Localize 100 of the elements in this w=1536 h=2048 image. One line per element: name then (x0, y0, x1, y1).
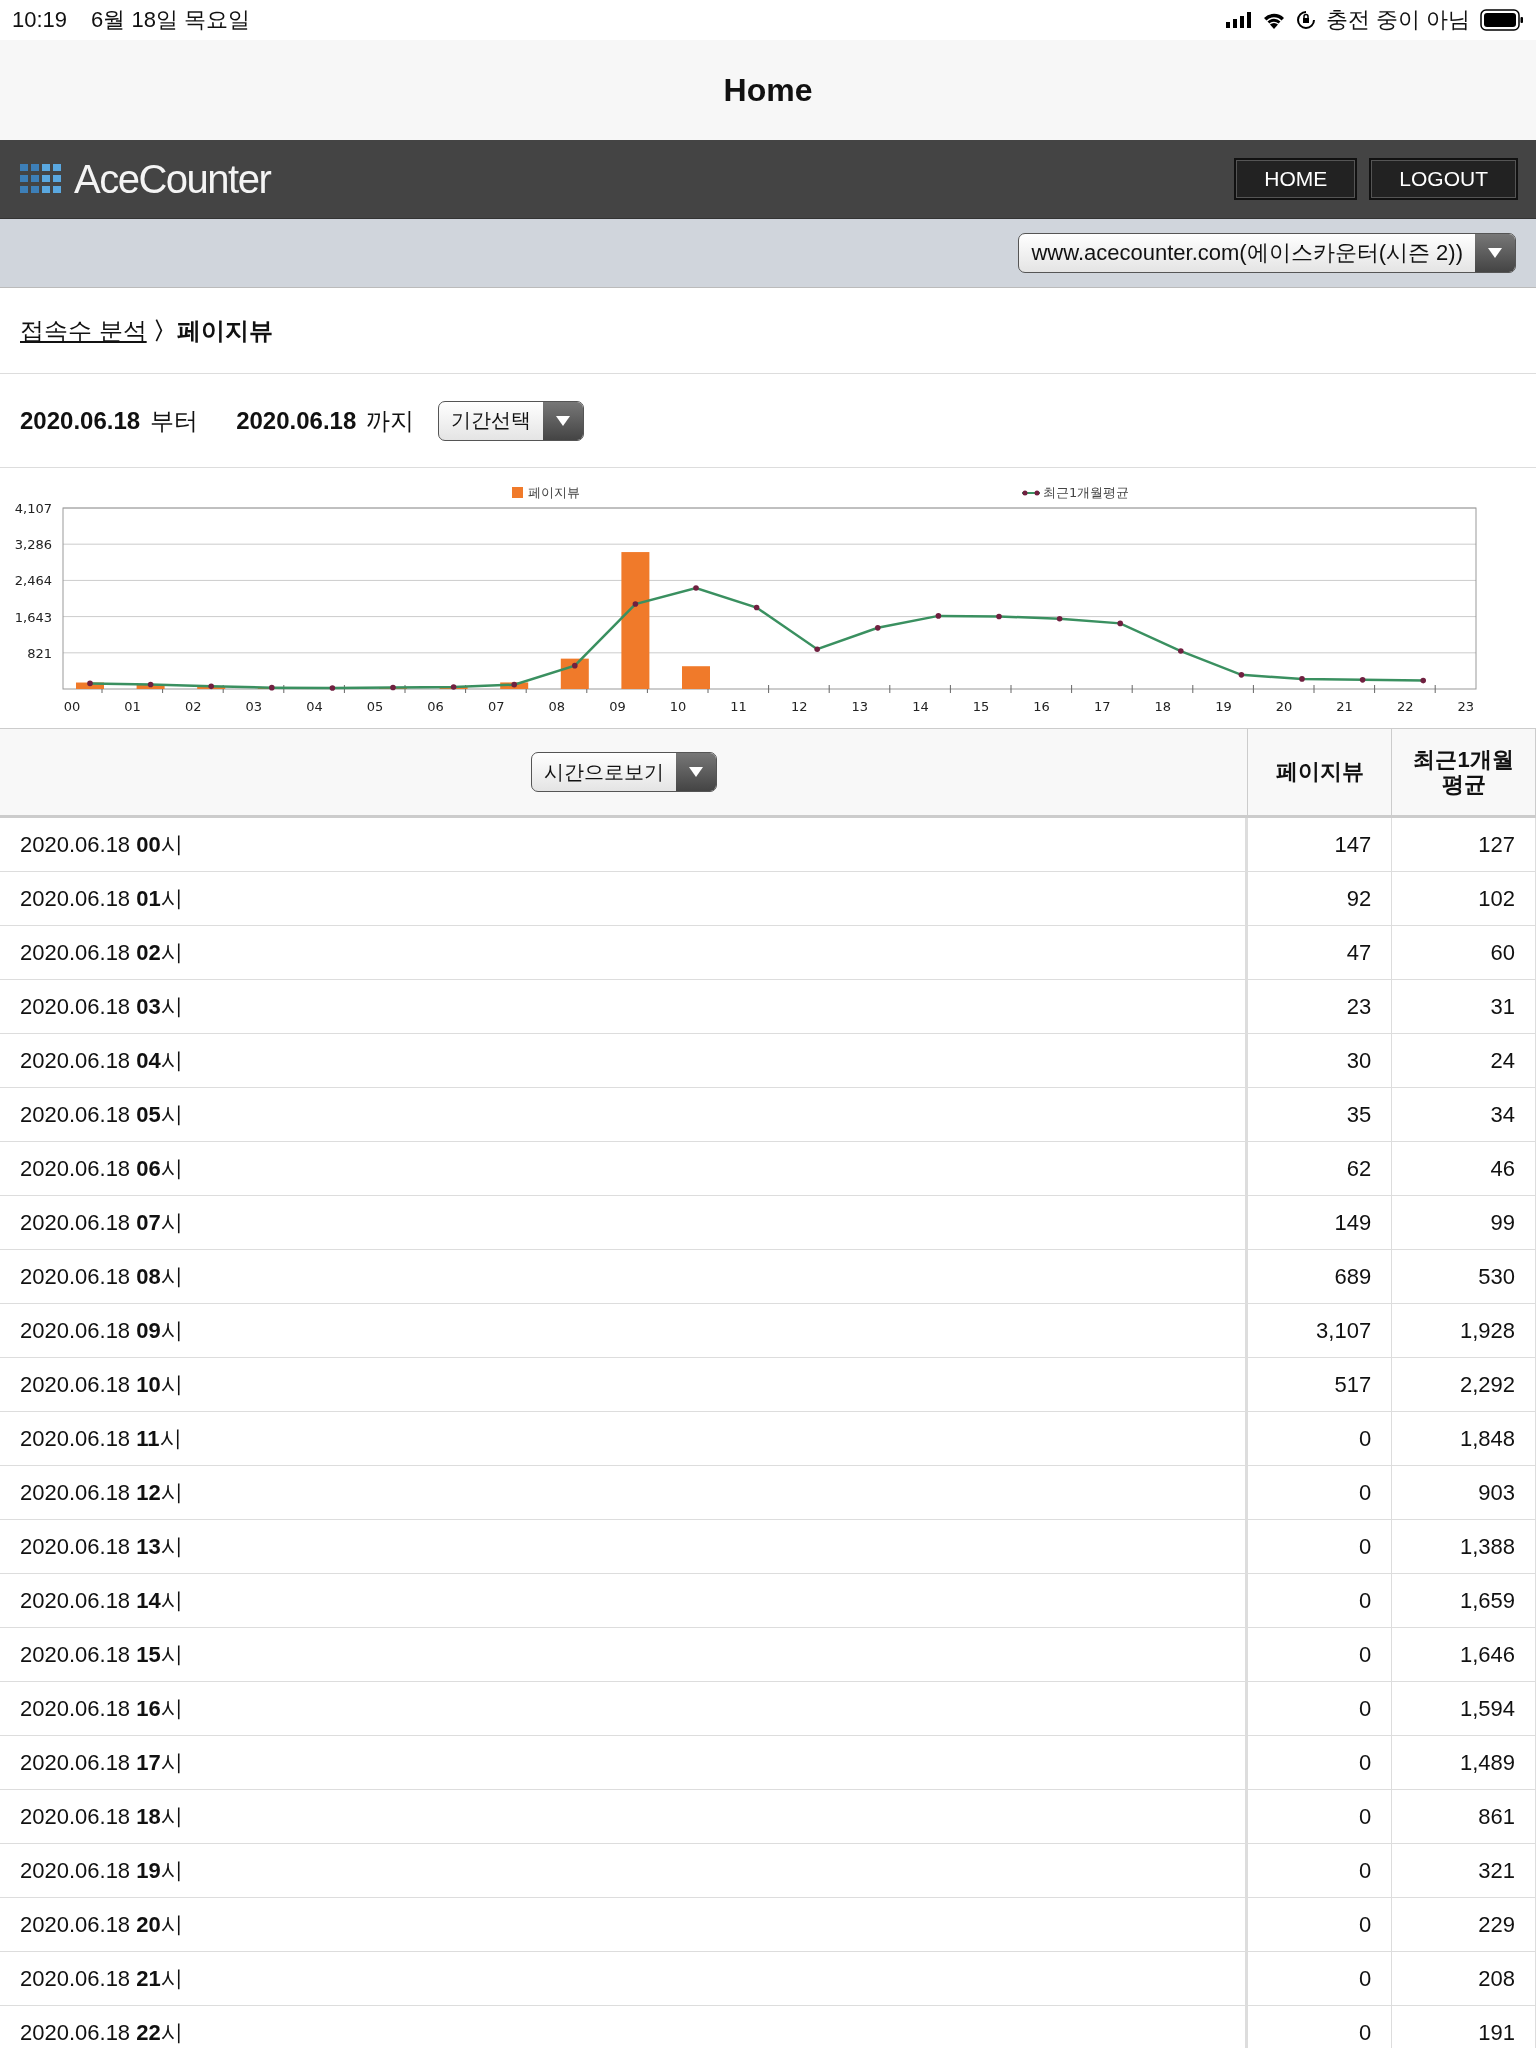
table-cell-text: 2020.06.18 20시 (20, 1910, 183, 1939)
table-cell: 321 (1392, 1844, 1536, 1897)
table-cell: 0 (1248, 1574, 1393, 1627)
table-cell: 0 (1248, 1682, 1393, 1735)
table-cell-text: 2020.06.18 11시 (20, 1424, 182, 1453)
x-tick-label: 11 (730, 699, 747, 714)
column-header: 최근1개월 평균 (1413, 746, 1514, 798)
start-date: 2020.06.18 (20, 406, 141, 435)
table-cell-text: 2020.06.18 06시 (20, 1154, 183, 1183)
table-cell: 31 (1392, 980, 1536, 1033)
y-tick-label: 4,107 (14, 501, 52, 516)
table-cell-text: 2020.06.18 17시 (20, 1748, 183, 1777)
table-cell: 1,594 (1392, 1682, 1536, 1735)
table-cell: 0 (1248, 1898, 1393, 1951)
table-cell-text: 2020.06.18 18시 (20, 1802, 183, 1831)
table-cell: 191 (1392, 2006, 1536, 2048)
x-tick-label: 04 (306, 699, 323, 714)
table-cell: 1,848 (1392, 1412, 1536, 1465)
x-tick-label: 23 (1457, 699, 1475, 714)
table-cell: 861 (1392, 1790, 1536, 1843)
table-cell-text: 2020.06.18 19시 (20, 1856, 183, 1885)
table-cell: 0 (1248, 1466, 1393, 1519)
x-tick-label: 01 (124, 699, 141, 714)
table-cell-text: 2020.06.18 08시 (20, 1262, 183, 1291)
table-cell: 517 (1248, 1358, 1393, 1411)
table-cell: 46 (1392, 1142, 1536, 1195)
x-tick-label: 09 (609, 699, 626, 714)
breadcrumb-current: 〉페이지뷰 (152, 315, 273, 346)
x-tick-label: 02 (184, 699, 202, 714)
status-date: 6월 18일 목요일 (91, 6, 250, 34)
start-label: 부터 (150, 405, 199, 436)
table-cell: 3,107 (1248, 1304, 1393, 1357)
legend-label: 페이지뷰 (528, 485, 580, 500)
status-time: 10:19 (12, 7, 68, 33)
x-tick-label: 20 (1275, 699, 1293, 714)
table-cell: 1,928 (1392, 1304, 1536, 1357)
table-cell: 0 (1248, 1628, 1393, 1681)
table-cell-text: 2020.06.18 03시 (20, 992, 183, 1021)
table-cell-text: 2020.06.18 13시 (20, 1532, 183, 1561)
table-cell-text: 2020.06.18 04시 (20, 1046, 183, 1075)
x-tick-label: 13 (851, 699, 869, 714)
table-cell-text: 2020.06.18 01시 (20, 884, 183, 913)
x-tick-label: 14 (912, 699, 929, 714)
table-cell: 102 (1392, 872, 1536, 925)
charging-status: 충전 중이 아님 (1325, 6, 1470, 34)
table-cell: 35 (1248, 1088, 1393, 1141)
table-cell: 92 (1248, 872, 1393, 925)
table-cell-text: 2020.06.18 10시 (20, 1370, 183, 1399)
table-cell: 1,489 (1392, 1736, 1536, 1789)
table-cell: 149 (1248, 1196, 1393, 1249)
x-tick-label: 19 (1215, 699, 1232, 714)
table-cell-text: 2020.06.18 21시 (20, 1964, 183, 1993)
x-tick-label: 00 (63, 699, 81, 714)
table-cell: 1,646 (1392, 1628, 1536, 1681)
table-cell-text: 2020.06.18 09시 (20, 1316, 183, 1345)
x-tick-label: 18 (1154, 699, 1172, 714)
x-tick-label: 08 (548, 699, 566, 714)
x-tick-label: 16 (1033, 699, 1050, 714)
table-cell: 60 (1392, 926, 1536, 979)
table-cell: 1,388 (1392, 1520, 1536, 1573)
table-cell: 530 (1392, 1250, 1536, 1303)
table-cell: 1,659 (1392, 1574, 1536, 1627)
table-cell: 0 (1248, 2006, 1393, 2048)
table-cell: 903 (1392, 1466, 1536, 1519)
logo-text: AceCounter (74, 156, 271, 202)
x-tick-label: 17 (1093, 699, 1111, 714)
table-cell-text: 2020.06.18 12시 (20, 1478, 183, 1507)
table-cell-text: 2020.06.18 05시 (20, 1100, 183, 1129)
table-cell: 47 (1248, 926, 1393, 979)
table-cell-text: 2020.06.18 14시 (20, 1586, 183, 1615)
x-tick-label: 05 (366, 699, 384, 714)
table-cell-text: 2020.06.18 15시 (20, 1640, 183, 1669)
column-header: 페이지뷰 (1275, 759, 1364, 785)
table-cell: 689 (1248, 1250, 1393, 1303)
table-cell: 0 (1248, 1952, 1393, 2005)
page-title: Home (723, 71, 813, 109)
x-tick-label: 03 (245, 699, 263, 714)
table-cell: 0 (1248, 1790, 1393, 1843)
table-cell: 24 (1392, 1034, 1536, 1087)
table-cell: 0 (1248, 1412, 1393, 1465)
end-date: 2020.06.18 (236, 406, 357, 435)
y-tick-label: 821 (27, 645, 52, 661)
table-cell-text: 2020.06.18 07시 (20, 1208, 183, 1237)
end-label: 까지 (366, 405, 415, 436)
table-cell: 147 (1248, 818, 1393, 871)
table-cell: 0 (1248, 1844, 1393, 1897)
x-tick-label: 06 (427, 699, 444, 714)
table-cell-text: 2020.06.18 22시 (20, 2018, 183, 2047)
table-cell-text: 2020.06.18 16시 (20, 1694, 183, 1723)
table-cell-text: 2020.06.18 02시 (20, 938, 183, 967)
legend-label: 최근1개월평균 (1043, 485, 1130, 500)
table-cell-text: 2020.06.18 00시 (20, 830, 183, 859)
table-cell: 2,292 (1392, 1358, 1536, 1411)
x-tick-label: 07 (487, 699, 505, 714)
x-tick-label: 15 (972, 699, 990, 714)
table-cell: 62 (1248, 1142, 1393, 1195)
table-cell: 99 (1392, 1196, 1536, 1249)
table-cell: 229 (1392, 1898, 1536, 1951)
x-tick-label: 22 (1396, 699, 1414, 714)
table-cell: 208 (1392, 1952, 1536, 2005)
